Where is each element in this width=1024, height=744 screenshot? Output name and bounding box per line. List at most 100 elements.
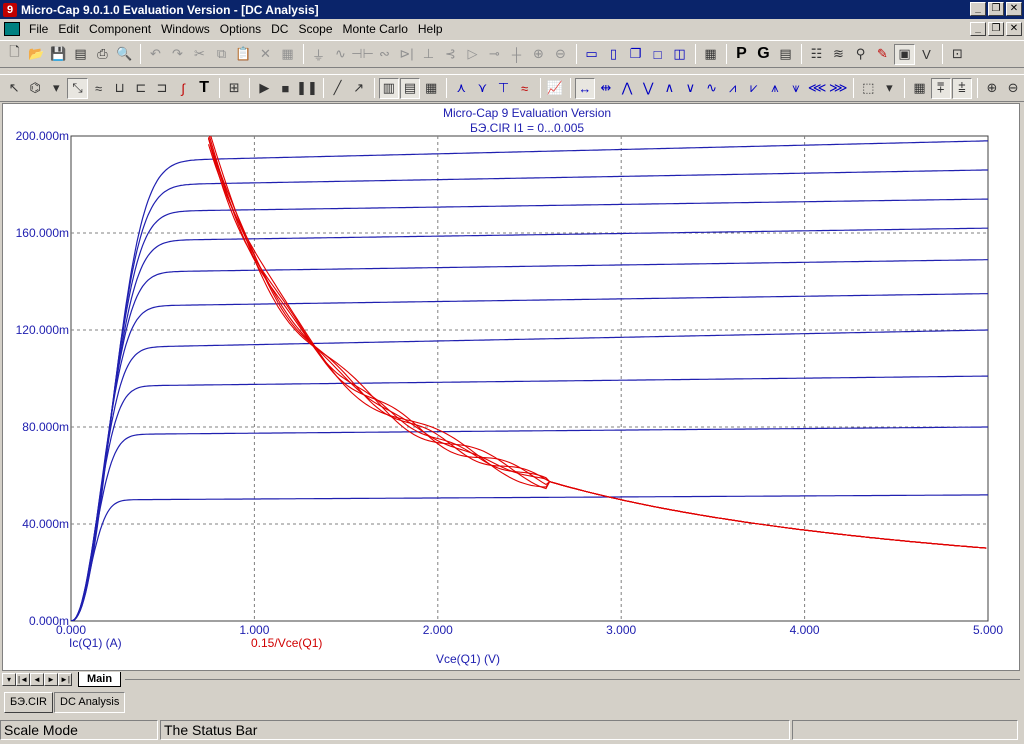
switch-icon[interactable]: ⊸ [484, 44, 505, 65]
delete-icon[interactable]: ✕ [255, 44, 276, 65]
select-all-icon[interactable]: ▦ [277, 44, 298, 65]
plot-canvas[interactable]: Micro-Cap 9 Evaluation Version БЭ.CIR I1… [3, 104, 1019, 670]
grid-major-icon[interactable]: ▥ [378, 77, 399, 99]
horizontal-scrollbar[interactable] [125, 678, 1020, 680]
cut-icon[interactable]: ✂ [189, 44, 210, 65]
chart-icon[interactable]: 📈 [545, 78, 565, 99]
menu-help[interactable]: Help [413, 22, 448, 36]
opamp-icon[interactable]: ▷ [462, 44, 483, 65]
probe-icon[interactable]: ⚲ [850, 44, 871, 65]
save-icon[interactable]: 💾 [48, 44, 69, 65]
tokens-icon[interactable]: ⩲ [951, 77, 972, 99]
diode-icon[interactable]: ⊳| [396, 44, 417, 65]
menu-windows[interactable]: Windows [156, 22, 215, 36]
dropdown-arrow-icon[interactable]: ▾ [46, 78, 66, 99]
data-points-icon[interactable]: ⩱ [930, 77, 951, 99]
doc-restore-button[interactable]: ❐ [988, 22, 1004, 36]
select-arrow-icon[interactable]: ↖ [4, 78, 24, 99]
doc-tab-circuit[interactable]: БЭ.CIR [4, 692, 54, 713]
menu-component[interactable]: Component [84, 22, 156, 36]
cursor-left-icon[interactable]: ↔ [574, 77, 595, 99]
document-icon[interactable] [4, 22, 20, 36]
window-icon[interactable]: □ [647, 44, 668, 65]
go-to-low-icon[interactable]: ∨ [680, 78, 700, 99]
zoom-out-icon[interactable]: ⊖ [1003, 78, 1023, 99]
tab-nav-prev[interactable]: ◄ [30, 672, 44, 686]
undo-icon[interactable]: ↶ [145, 44, 166, 65]
go-to-min-icon[interactable]: ⩗ [744, 78, 764, 99]
go-to-x-icon[interactable]: ⩚ [765, 78, 785, 99]
tab-nav-last[interactable]: ►| [58, 672, 72, 686]
new-file-icon[interactable]: 🗋 [4, 44, 25, 65]
cursor-right-icon[interactable]: ⇹ [596, 78, 616, 99]
tile-horizontal-icon[interactable]: ▭ [581, 44, 602, 65]
menu-dc[interactable]: DC [266, 22, 293, 36]
scale-mode-icon[interactable]: ⤡ [67, 77, 88, 99]
go-to-max-icon[interactable]: ⩘ [723, 78, 743, 99]
battery-icon[interactable]: ⊥ [418, 44, 439, 65]
point-tag-icon[interactable]: ⊔ [110, 78, 130, 99]
next-point-icon[interactable]: ⋘ [807, 78, 827, 99]
inductor-icon[interactable]: ∾ [374, 44, 395, 65]
save-all-icon[interactable]: ▤ [70, 44, 91, 65]
menu-file[interactable]: File [24, 22, 53, 36]
paste-icon[interactable]: 📋 [233, 44, 254, 65]
grid-fine-icon[interactable]: ▦ [421, 78, 441, 99]
horizontal-tag-icon[interactable]: ⊏ [131, 78, 151, 99]
run-icon[interactable]: ▶ [254, 78, 274, 99]
go-to-peak-icon[interactable]: ⋀ [617, 78, 637, 99]
doc-minimize-button[interactable]: _ [970, 22, 986, 36]
split-window-icon[interactable]: ◫ [669, 44, 690, 65]
transistor-npn-icon[interactable]: ⊰ [440, 44, 461, 65]
menu-edit[interactable]: Edit [53, 22, 84, 36]
tab-nav-dropdown[interactable]: ▾ [2, 672, 16, 686]
stop-icon[interactable]: ■ [275, 78, 295, 99]
menu-scope[interactable]: Scope [293, 22, 337, 36]
tile-vertical-icon[interactable]: ▯ [603, 44, 624, 65]
numeric-output-icon[interactable]: ☷ [806, 44, 827, 65]
minimize-button[interactable]: _ [970, 2, 986, 16]
go-to-inflection-icon[interactable]: ∿ [701, 78, 721, 99]
capacitor-icon[interactable]: ⊣⊢ [351, 44, 374, 65]
redo-icon[interactable]: ↷ [167, 44, 188, 65]
line-draw-icon[interactable]: ╱ [328, 78, 348, 99]
pen-icon[interactable]: ✎ [872, 44, 893, 65]
tab-nav-next[interactable]: ► [44, 672, 58, 686]
grid-settings-icon[interactable]: ▤ [775, 44, 796, 65]
tab-nav-first[interactable]: |◄ [16, 672, 30, 686]
p-button[interactable]: P [731, 44, 752, 65]
doc-close-button[interactable]: ✕ [1006, 22, 1022, 36]
peak-icon[interactable]: ⋏ [451, 78, 471, 99]
current-source-icon[interactable]: ⊕ [528, 44, 549, 65]
text-mode-button[interactable]: T [194, 78, 214, 99]
g-button[interactable]: G [753, 44, 774, 65]
cascade-icon[interactable]: ❐ [625, 44, 646, 65]
line-arrow-icon[interactable]: ↗ [349, 78, 369, 99]
package-dropdown-icon[interactable]: ▾ [879, 78, 899, 99]
voltage-source-icon[interactable]: ⊖ [550, 44, 571, 65]
grid-minor-icon[interactable]: ▤ [399, 77, 421, 99]
pause-icon[interactable]: ❚❚ [296, 78, 318, 99]
resistor-icon[interactable]: ∿ [330, 44, 351, 65]
prev-point-icon[interactable]: ⋙ [828, 78, 848, 99]
doc-tab-dc-analysis[interactable]: DC Analysis [54, 692, 126, 713]
print-preview-icon[interactable]: 🔍 [114, 44, 135, 65]
table-icon[interactable]: ▦ [909, 78, 929, 99]
cursor-mode-icon[interactable]: ≈ [89, 78, 109, 99]
high-icon[interactable]: ⊤ [493, 78, 513, 99]
menu-options[interactable]: Options [215, 22, 266, 36]
open-folder-icon[interactable]: 📂 [26, 44, 47, 65]
waveform-icon[interactable]: ≋ [828, 44, 849, 65]
properties-icon[interactable]: ⊞ [224, 78, 244, 99]
calculator-icon[interactable]: ▦ [700, 44, 721, 65]
go-to-valley-icon[interactable]: ⋁ [638, 78, 658, 99]
vertical-tag-icon[interactable]: ⊐ [152, 78, 172, 99]
print-icon[interactable]: ⎙ [92, 44, 113, 65]
performance-tag-icon[interactable]: ∫ [173, 78, 193, 99]
tab-main[interactable]: Main [78, 671, 122, 687]
variable-icon[interactable]: V [916, 44, 937, 65]
zoom-in-icon[interactable]: ⊕ [982, 78, 1002, 99]
copy-icon[interactable]: ⧉ [211, 44, 232, 65]
menu-monte-carlo[interactable]: Monte Carlo [338, 22, 413, 36]
plot-view-icon[interactable]: ▣ [894, 43, 915, 65]
